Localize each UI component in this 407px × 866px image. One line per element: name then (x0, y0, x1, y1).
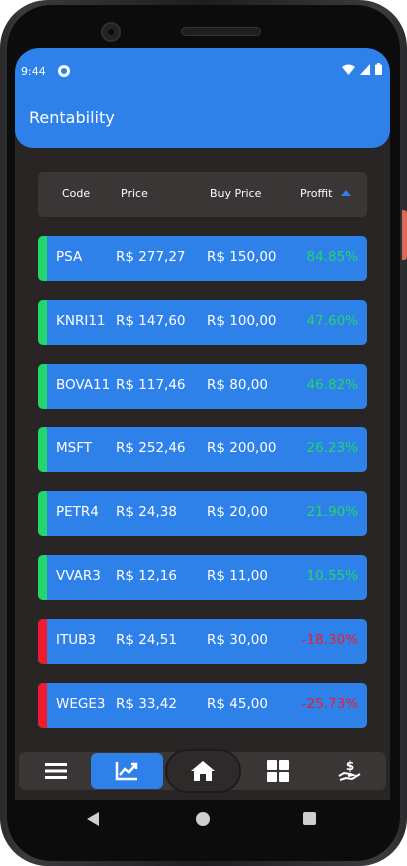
stock-price: R$ 24,51 (116, 631, 177, 648)
stock-price: R$ 24,38 (116, 504, 177, 521)
bottom-nav: $ (19, 749, 386, 793)
stock-row[interactable]: ITUB3 R$ 24,51 R$ 30,00 -18.30% (38, 618, 367, 664)
stock-code: MSFT (56, 440, 92, 457)
stock-buy-price: R$ 150,00 (207, 249, 277, 265)
stock-buy-price: R$ 80,00 (207, 376, 268, 393)
trend-up-indicator (38, 427, 47, 473)
phone-frame: 9:44 Rentability Code Price Buy Price Pr (0, 0, 407, 866)
header-code[interactable]: Code (62, 187, 90, 200)
nav-home-button[interactable] (168, 752, 238, 790)
stock-row[interactable]: MSFT R$ 252,46 R$ 200,00 26.23% (38, 427, 367, 473)
stock-price: R$ 117,46 (116, 376, 186, 393)
stock-row[interactable]: PSA R$ 277,27 R$ 150,00 84.85% (38, 236, 367, 281)
trend-up-indicator (38, 555, 47, 600)
trend-down-indicator (38, 682, 47, 728)
status-icons (342, 63, 382, 75)
stock-price: R$ 252,46 (116, 440, 186, 457)
svg-text:$: $ (346, 760, 354, 773)
system-back-icon[interactable] (87, 812, 99, 826)
trend-up-indicator (38, 299, 47, 345)
stock-profit: 46.82% (306, 376, 358, 393)
menu-icon (45, 763, 67, 779)
stock-buy-price: R$ 11,00 (207, 568, 268, 584)
stock-price: R$ 277,27 (116, 249, 186, 265)
system-home-icon[interactable] (196, 812, 210, 826)
stock-buy-price: R$ 30,00 (207, 631, 268, 648)
status-time: 9:44 (21, 65, 46, 78)
nav-dashboard-button[interactable] (243, 752, 313, 790)
grid-icon (267, 760, 289, 782)
notification-app-icon (58, 65, 70, 77)
header-buy-price[interactable]: Buy Price (210, 187, 261, 200)
stock-row[interactable]: PETR4 R$ 24,38 R$ 20,00 21.90% (38, 491, 367, 537)
stock-code: ITUB3 (56, 631, 96, 648)
stock-buy-price: R$ 45,00 (207, 695, 268, 712)
stock-buy-price: R$ 20,00 (207, 504, 268, 521)
system-recents-icon[interactable] (303, 812, 316, 825)
stock-row[interactable]: BOVA11 R$ 117,46 R$ 80,00 46.82% (38, 363, 367, 409)
front-camera (101, 22, 121, 42)
signal-icon (360, 63, 370, 75)
stock-price: R$ 147,60 (116, 312, 186, 329)
stock-row[interactable]: VVAR3 R$ 12,16 R$ 11,00 10.55% (38, 555, 367, 600)
battery-icon (375, 63, 382, 75)
stock-code: BOVA11 (56, 376, 111, 393)
app-bar: 9:44 Rentability (15, 48, 390, 148)
header-price[interactable]: Price (121, 187, 148, 200)
stock-price: R$ 12,16 (116, 568, 177, 584)
trend-up-indicator (38, 236, 47, 281)
wifi-icon (342, 64, 355, 75)
nav-menu-button[interactable] (21, 752, 91, 790)
stock-profit: 10.55% (306, 568, 358, 584)
page-title: Rentability (29, 108, 115, 127)
stock-code: PSA (56, 249, 83, 265)
stock-profit: 26.23% (306, 440, 358, 457)
side-button (402, 210, 407, 260)
earpiece-speaker (181, 27, 261, 36)
header-profit[interactable]: Proffit (300, 187, 332, 200)
stock-row[interactable]: KNRI11 R$ 147,60 R$ 100,00 47.60% (38, 299, 367, 345)
stock-profit: 47.60% (306, 312, 358, 329)
money-hand-icon: $ (338, 760, 361, 781)
trend-up-indicator (38, 491, 47, 537)
stock-code: VVAR3 (56, 568, 101, 584)
nav-finance-button[interactable]: $ (315, 752, 385, 790)
table-header: Code Price Buy Price Proffit (38, 172, 367, 217)
nav-rentability-button[interactable] (92, 752, 162, 790)
stock-profit: 84.85% (306, 249, 358, 265)
stock-code: KNRI11 (56, 312, 106, 329)
trend-up-indicator (38, 363, 47, 409)
stock-buy-price: R$ 200,00 (207, 440, 277, 457)
trend-down-indicator (38, 618, 47, 664)
app-screen: 9:44 Rentability Code Price Buy Price Pr (15, 48, 390, 800)
system-nav-bar (15, 800, 390, 840)
stock-profit: 21.90% (306, 504, 358, 521)
stock-profit: -25.73% (301, 695, 358, 712)
stock-code: PETR4 (56, 504, 99, 521)
home-icon (191, 761, 215, 781)
sort-ascending-icon[interactable] (341, 190, 351, 196)
chart-icon (115, 762, 138, 781)
stock-profit: -18.30% (301, 631, 358, 648)
stock-code: WEGE3 (56, 695, 106, 712)
stock-buy-price: R$ 100,00 (207, 312, 277, 329)
stock-price: R$ 33,42 (116, 695, 177, 712)
stock-row[interactable]: WEGE3 R$ 33,42 R$ 45,00 -25.73% (38, 682, 367, 728)
